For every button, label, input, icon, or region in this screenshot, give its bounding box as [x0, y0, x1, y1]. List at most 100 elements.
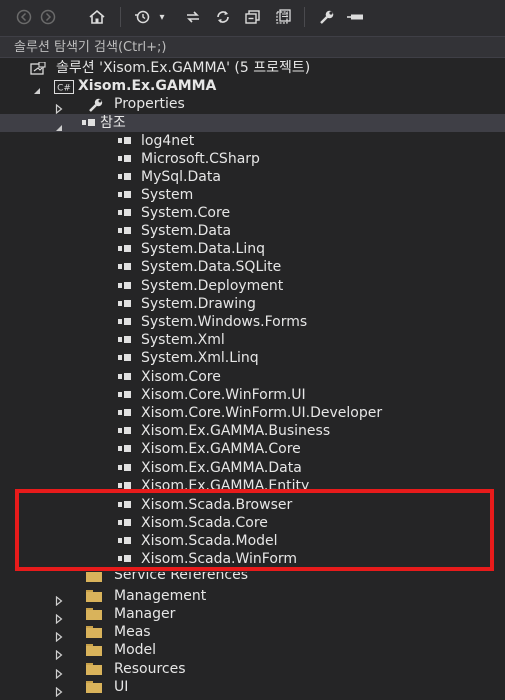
reference-icon: [118, 173, 132, 181]
collapsed-arrow-icon[interactable]: [54, 645, 64, 661]
reference-icon: [118, 409, 132, 417]
reference-item[interactable]: MySql.Data: [0, 168, 505, 186]
reference-label: System.Windows.Forms: [141, 314, 308, 330]
folder-label: UI: [114, 679, 129, 695]
refresh-icon[interactable]: [212, 6, 234, 28]
sync-icon[interactable]: [182, 6, 204, 28]
reference-item[interactable]: Xisom.Ex.GAMMA.Business: [0, 422, 505, 440]
reference-item[interactable]: System.Deployment: [0, 277, 505, 295]
tree-row-folder[interactable]: Management: [0, 587, 505, 607]
expanded-arrow-icon[interactable]: [32, 81, 42, 94]
reference-item[interactable]: System.Xml.Linq: [0, 349, 505, 367]
tree-row-references[interactable]: 참조: [0, 114, 505, 132]
expanded-arrow-icon[interactable]: [54, 118, 64, 131]
tree-row-service-references[interactable]: Service References: [0, 572, 505, 584]
solution-label: 솔루션 'Xisom.Ex.GAMMA' (5 프로젝트): [56, 60, 311, 76]
tree-row-folder[interactable]: Manager: [0, 605, 505, 625]
reference-label: System: [141, 187, 194, 203]
reference-item[interactable]: Xisom.Core: [0, 368, 505, 386]
reference-item[interactable]: Xisom.Core.WinForm.UI.Developer: [0, 404, 505, 422]
reference-item[interactable]: Xisom.Scada.Browser: [0, 496, 505, 514]
references-label: 참조: [100, 115, 126, 131]
collapse-all-icon[interactable]: [242, 6, 264, 28]
collapsed-arrow-icon[interactable]: [54, 682, 64, 698]
reference-icon: [118, 501, 132, 509]
reference-item[interactable]: System.Windows.Forms: [0, 313, 505, 331]
back-icon[interactable]: [14, 6, 34, 28]
reference-icon: [118, 427, 132, 435]
reference-item[interactable]: System.Data: [0, 222, 505, 240]
reference-item[interactable]: Xisom.Scada.Core: [0, 514, 505, 532]
history-dropdown-caret[interactable]: ▾: [156, 6, 168, 28]
toolbar-separator: [120, 7, 121, 27]
folder-icon: [86, 626, 102, 638]
reference-label: System.Data.Linq: [141, 241, 265, 257]
reference-icon: [118, 555, 132, 563]
reference-item[interactable]: Xisom.Core.WinForm.UI: [0, 386, 505, 404]
caret-glyph: ▾: [159, 11, 165, 23]
reference-item[interactable]: log4net: [0, 132, 505, 150]
reference-item[interactable]: System.Core: [0, 204, 505, 222]
reference-item[interactable]: Xisom.Scada.WinForm: [0, 550, 505, 568]
reference-item[interactable]: System.Xml: [0, 331, 505, 349]
forward-icon[interactable]: [38, 6, 58, 28]
tree-row-folder[interactable]: Resources: [0, 660, 505, 680]
tree-row-project[interactable]: C# Xisom.Ex.GAMMA: [0, 77, 505, 95]
reference-item[interactable]: Xisom.Ex.GAMMA.Core: [0, 440, 505, 458]
reference-icon: [118, 227, 132, 235]
csharp-project-icon: C#: [54, 79, 74, 94]
folder-label: Manager: [114, 606, 176, 622]
reference-label: Xisom.Scada.Model: [141, 533, 278, 549]
reference-item[interactable]: System.Data.SQLite: [0, 258, 505, 276]
reference-label: Xisom.Core.WinForm.UI.Developer: [141, 405, 383, 421]
reference-item[interactable]: Xisom.Scada.Model: [0, 532, 505, 550]
collapsed-arrow-icon[interactable]: [54, 99, 64, 115]
collapsed-arrow-icon[interactable]: [54, 591, 64, 607]
reference-label: Xisom.Core: [141, 369, 221, 385]
properties-label: Properties: [114, 96, 185, 112]
reference-icon: [118, 318, 132, 326]
reference-icon: [118, 482, 132, 489]
tree-row-properties[interactable]: Properties: [0, 95, 505, 115]
show-all-files-icon[interactable]: [272, 6, 294, 28]
reference-icon: [118, 137, 132, 145]
tree-row-solution[interactable]: 솔루션 'Xisom.Ex.GAMMA' (5 프로젝트): [0, 59, 505, 77]
reference-item[interactable]: Xisom.Ex.GAMMA.Entity: [0, 477, 505, 489]
reference-icon: [118, 191, 132, 199]
search-input[interactable]: [14, 39, 494, 55]
collapsed-arrow-icon[interactable]: [54, 609, 64, 625]
folder-icon: [86, 644, 102, 656]
tree-row-folder[interactable]: UI: [0, 678, 505, 698]
references-icon: [82, 119, 96, 127]
history-icon[interactable]: [132, 6, 154, 28]
reference-icon: [118, 209, 132, 217]
reference-label: Xisom.Scada.WinForm: [141, 551, 298, 567]
tree-row-folder[interactable]: Meas: [0, 623, 505, 643]
reference-item[interactable]: System.Drawing: [0, 295, 505, 313]
reference-label: Xisom.Ex.GAMMA.Business: [141, 423, 331, 439]
reference-item[interactable]: Xisom.Ex.GAMMA.Data: [0, 459, 505, 477]
reference-label: System.Deployment: [141, 278, 284, 294]
reference-item[interactable]: System: [0, 186, 505, 204]
tree-row-folder[interactable]: Model: [0, 641, 505, 661]
reference-label: MySql.Data: [141, 169, 221, 185]
collapsed-arrow-icon[interactable]: [54, 664, 64, 680]
solution-tree: 솔루션 'Xisom.Ex.GAMMA' (5 프로젝트) C# Xisom.E…: [0, 59, 505, 700]
reference-item[interactable]: Microsoft.CSharp: [0, 150, 505, 168]
service-references-label: Service References: [114, 572, 248, 583]
reference-icon: [118, 519, 132, 527]
folder-icon: [86, 681, 102, 693]
pin-icon[interactable]: [344, 6, 366, 28]
toolbar-separator: [304, 7, 305, 27]
folder-icon: [86, 608, 102, 620]
collapsed-arrow-icon[interactable]: [54, 627, 64, 643]
folder-label: Meas: [114, 624, 151, 640]
properties-icon[interactable]: [316, 6, 338, 28]
reference-label: System.Xml.Linq: [141, 350, 259, 366]
reference-item[interactable]: System.Data.Linq: [0, 240, 505, 258]
solution-explorer: ▾ 솔루션 'Xisom.Ex.GAMMA': [0, 0, 505, 700]
home-icon[interactable]: [86, 6, 108, 28]
reference-icon: [118, 336, 132, 344]
reference-icon: [118, 245, 132, 253]
folder-icon: [86, 590, 102, 602]
